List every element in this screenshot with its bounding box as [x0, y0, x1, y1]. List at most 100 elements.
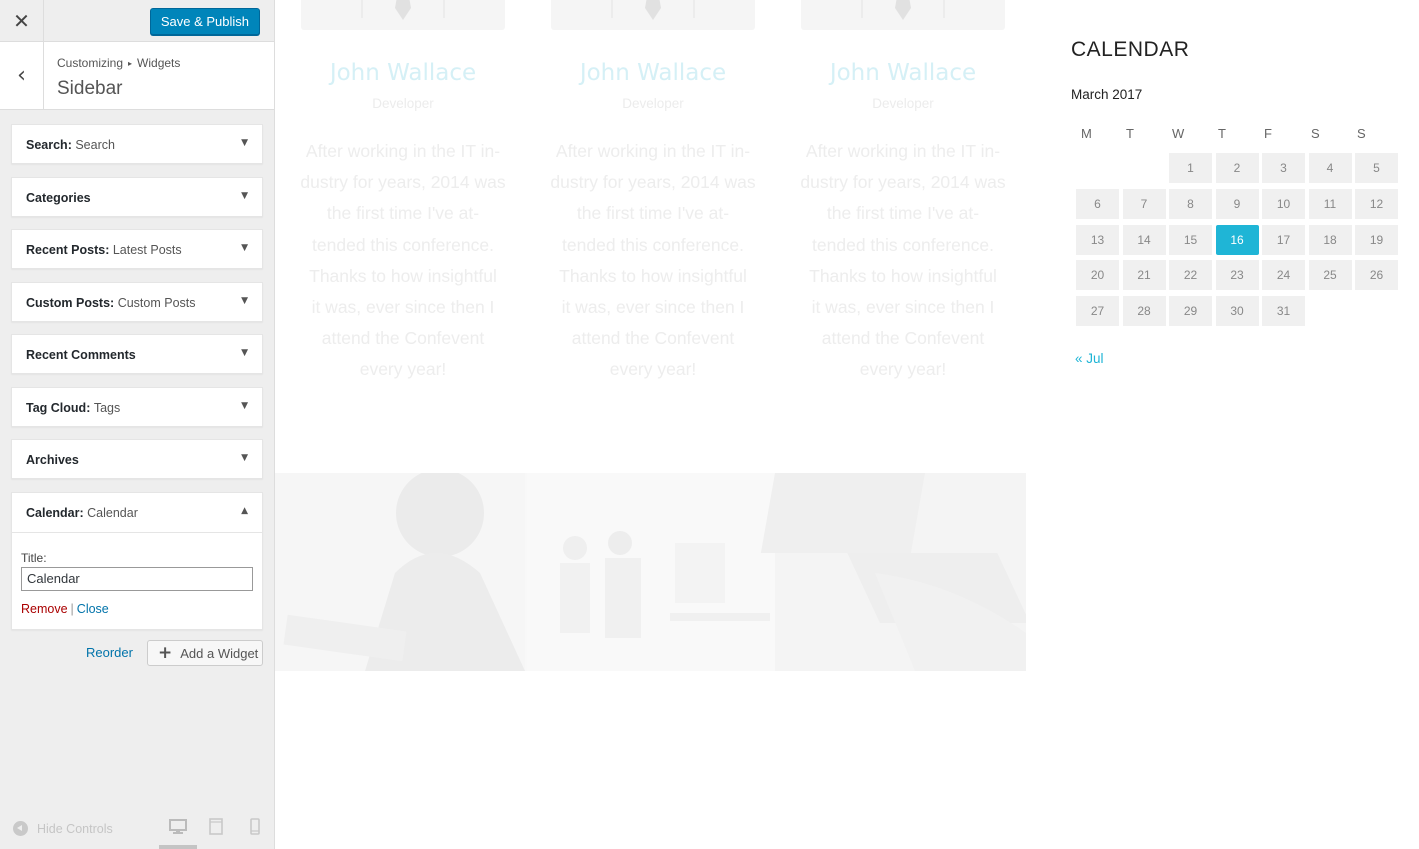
quote-line: it was, ever since then I	[311, 297, 495, 318]
back-button[interactable]: ‹	[0, 42, 44, 109]
quote-line: tended this conference.	[312, 234, 494, 255]
widget-type-label: Calendar	[26, 505, 80, 520]
tablet-icon[interactable]	[206, 816, 226, 836]
widget-header[interactable]: Calendar: Calendar ▲	[12, 493, 262, 533]
widget-archives[interactable]: Archives ▼	[11, 439, 263, 479]
weekday-label: S	[1357, 126, 1366, 141]
controls-separator: |	[70, 601, 74, 616]
mobile-icon[interactable]	[245, 816, 265, 836]
team-member-card: John Wallace Developer After working in th…	[798, 0, 1008, 400]
team-member-photo	[551, 0, 755, 30]
add-widget-button[interactable]: + Add a Widget	[147, 640, 263, 666]
widget-custom-posts[interactable]: Custom Posts: Custom Posts ▼	[11, 281, 263, 323]
widget-instance-title: Search	[75, 138, 115, 152]
widget-type-label: Recent Posts	[26, 243, 106, 257]
calendar-day: 26	[1355, 260, 1398, 291]
quote-line: tended this conference.	[812, 234, 994, 255]
arrow-down-icon[interactable]: ▼	[241, 453, 248, 463]
calendar-day: 18	[1308, 224, 1352, 255]
site-preview: John Wallace Developer After working in th…	[275, 0, 1419, 849]
calendar-day-today: 16	[1215, 224, 1259, 255]
arrow-down-icon[interactable]: ▼	[241, 296, 248, 306]
widget-tag-cloud[interactable]: Tag Cloud: Tags ▼	[11, 386, 263, 428]
widget-header[interactable]: Categories ▼	[12, 178, 262, 218]
quote-line: attend the Confevent	[571, 328, 735, 349]
calendar-day: 3	[1262, 153, 1305, 183]
widget-search[interactable]: Search: Search ▼	[11, 124, 263, 164]
calendar-day: 13	[1076, 224, 1119, 255]
arrow-down-icon[interactable]: ▼	[241, 138, 248, 148]
close-widget-link[interactable]: Close	[77, 602, 109, 616]
collapse-icon	[13, 821, 28, 836]
widget-type-label: Recent Comments	[26, 348, 136, 362]
widget-header[interactable]: Search: Search ▼	[12, 125, 262, 165]
team-member-card: John Wallace Developer After working in th…	[548, 0, 758, 400]
widget-header[interactable]: Archives ▼	[12, 440, 262, 480]
widget-recent-posts[interactable]: Recent Posts: Latest Posts ▼	[11, 229, 263, 269]
widget-controls: Remove | Close	[21, 602, 253, 616]
team-member-quote: After working in the IT in-dustry for ye…	[548, 136, 758, 386]
quote-line: Thanks to how insightful	[559, 265, 747, 286]
widget-header[interactable]: Tag Cloud: Tags ▼	[12, 388, 262, 428]
arrow-down-icon[interactable]: ▼	[241, 191, 248, 201]
quote-line: After working in the IT in-	[805, 141, 1001, 161]
quote-line: Thanks to how insightful	[309, 265, 497, 286]
widget-type-label: Custom Posts	[26, 295, 111, 310]
quote-line: Thanks to how insightful	[809, 265, 997, 286]
widget-instance-title: Calendar	[87, 505, 138, 520]
calendar-day: 29	[1169, 296, 1212, 327]
team-member-name: John Wallace	[829, 60, 977, 86]
weekday-label: T	[1218, 126, 1226, 141]
quote-line: After working in the IT in-	[305, 141, 501, 161]
widget-header[interactable]: Recent Posts: Latest Posts ▼	[12, 230, 262, 270]
calendar-heading: CALENDAR	[1071, 38, 1190, 61]
calendar-day: 31	[1262, 296, 1305, 327]
customizer-footer: Hide Controls	[0, 804, 274, 849]
reorder-link[interactable]: Reorder	[86, 645, 133, 660]
title-input[interactable]	[21, 566, 253, 591]
chevron-left-icon: ‹	[17, 63, 26, 88]
widget-header[interactable]: Recent Comments ▼	[12, 335, 262, 375]
quote-line: every year!	[359, 359, 447, 380]
calendar-day: 10	[1262, 188, 1305, 219]
desktop-icon[interactable]	[168, 816, 188, 836]
arrow-up-icon[interactable]: ▲	[241, 506, 248, 516]
calendar-day: 11	[1308, 188, 1352, 219]
widget-header[interactable]: Custom Posts: Custom Posts ▼	[12, 283, 262, 323]
widget-title: Recent Comments	[26, 348, 136, 362]
widget-title: Tag Cloud: Tags	[26, 400, 121, 415]
widget-calendar[interactable]: Calendar: Calendar ▲ Title: Remove|Close	[11, 491, 263, 630]
team-member-role: Developer	[622, 96, 684, 111]
calendar-day: 20	[1076, 260, 1119, 291]
arrow-down-icon[interactable]: ▼	[241, 348, 248, 358]
calendar-day: 6	[1076, 188, 1119, 219]
widget-list: Search: Search ▼ Categories ▼ Recent Posts: …	[11, 124, 263, 642]
calendar-day: 22	[1169, 260, 1212, 291]
hide-controls-label: Hide Controls	[37, 821, 113, 836]
widget-type-label: Search	[26, 138, 68, 152]
arrow-down-icon[interactable]: ▼	[241, 401, 248, 411]
quote-line: every year!	[609, 359, 697, 380]
quote-line: every year!	[859, 359, 947, 380]
widget-title: Search: Search	[26, 138, 115, 152]
remove-widget-link[interactable]: Remove	[21, 602, 68, 616]
widget-instance-title: Custom Posts	[117, 295, 196, 310]
calendar-day: 4	[1308, 153, 1352, 183]
active-device-indicator	[159, 845, 197, 849]
calendar-day: 5	[1355, 153, 1398, 183]
calendar-day: 21	[1122, 260, 1166, 291]
quote-line: the first time I've at-	[326, 203, 480, 224]
quote-line: it was, ever since then I	[561, 297, 745, 318]
arrow-down-icon[interactable]: ▼	[241, 243, 248, 253]
weekday-label: S	[1311, 126, 1320, 141]
save-publish-button[interactable]: Save & Publish	[149, 8, 260, 35]
customizer-header: ✕ Save & Publish	[0, 0, 274, 42]
widget-type-label: Archives	[26, 453, 79, 467]
widget-recent-comments[interactable]: Recent Comments ▼	[11, 334, 263, 374]
widget-title: Archives	[26, 453, 79, 467]
close-customizer-button[interactable]: ✕	[0, 0, 44, 42]
calendar-prev-link[interactable]: « Jul	[1075, 351, 1104, 366]
hide-controls-button[interactable]: Hide Controls	[13, 821, 113, 836]
widget-categories[interactable]: Categories ▼	[11, 176, 263, 218]
calendar-day: 12	[1355, 188, 1398, 219]
